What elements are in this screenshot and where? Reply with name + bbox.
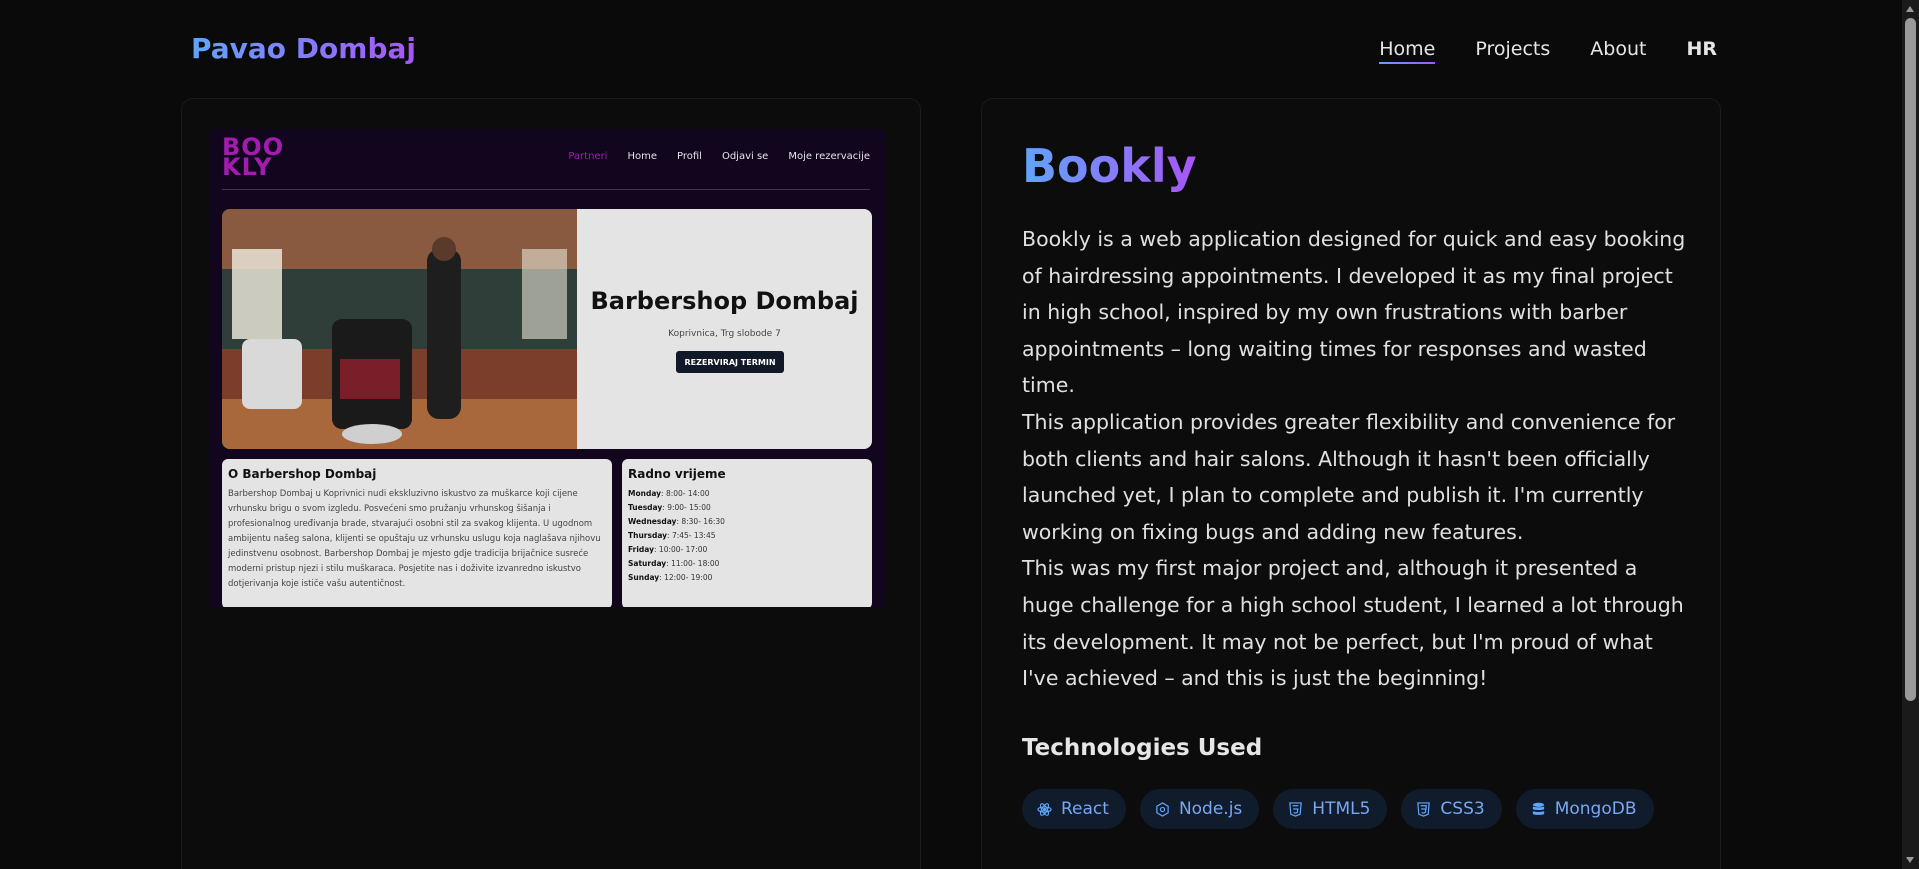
preview-nav-item: Partneri — [568, 151, 608, 162]
nav-about[interactable]: About — [1590, 38, 1646, 60]
css3-icon — [1416, 801, 1431, 817]
barbershop-photo — [222, 209, 577, 449]
hours-row: Saturday: 11:00- 18:00 — [628, 559, 720, 568]
hours-row: Friday: 10:00- 17:00 — [628, 545, 708, 554]
scroll-down-arrow-icon[interactable] — [1906, 857, 1914, 863]
project-image-card: BOO KLY Partneri Home Profil Odjavi se Mo… — [181, 98, 921, 869]
html5-icon — [1288, 801, 1303, 817]
page: Pavao Dombaj Home Projects About HR BOO K… — [0, 0, 1919, 869]
preview-nav-item: Profil — [677, 151, 702, 162]
main-nav: Home Projects About HR — [1379, 38, 1717, 64]
technologies-heading: Technologies Used — [1022, 735, 1263, 761]
tech-tag-react: React — [1022, 789, 1126, 829]
page-scrollbar[interactable] — [1902, 0, 1919, 869]
tech-tag-css3: CSS3 — [1401, 789, 1502, 829]
description-paragraph: This application provides greater flexib… — [1022, 409, 1676, 544]
preview-hero-subtitle: Koprivnica, Trg slobode 7 — [668, 329, 781, 339]
preview-nav-item: Home — [627, 151, 657, 162]
hours-row: Tuesday: 9:00- 15:00 — [628, 503, 711, 512]
tech-tag-mongodb: MongoDB — [1515, 789, 1654, 829]
project-details-card: Bookly Bookly is a web application desig… — [981, 98, 1721, 869]
preview-logo: BOO KLY — [222, 133, 285, 181]
hours-row: Sunday: 12:00- 19:00 — [628, 573, 713, 582]
preview-hours-box: Radno vrijeme Monday: 8:00- 14:00 Tuesda… — [622, 459, 872, 607]
scrollbar-thumb[interactable] — [1905, 18, 1916, 701]
nav-home[interactable]: Home — [1379, 38, 1436, 64]
project-screenshot: BOO KLY Partneri Home Profil Odjavi se Mo… — [210, 129, 886, 607]
hours-row: Wednesday: 8:30- 16:30 — [628, 517, 725, 526]
preview-about-text: Barbershop Dombaj u Koprivnici nudi eksk… — [228, 489, 601, 589]
technology-tags: React Node.js HTML5 CSS3 MongoDB — [1022, 789, 1654, 829]
nodejs-icon — [1155, 801, 1170, 817]
preview-divider — [222, 189, 870, 190]
hours-row: Monday: 8:00- 14:00 — [628, 489, 710, 498]
site-logo[interactable]: Pavao Dombaj — [191, 32, 416, 65]
scroll-up-arrow-icon[interactable] — [1906, 6, 1914, 12]
preview-about-title: O Barbershop Dombaj — [228, 467, 377, 481]
preview-nav-item: Odjavi se — [721, 151, 769, 162]
preview-hero: Barbershop Dombaj Koprivnica, Trg slobod… — [222, 209, 872, 449]
project-description: Bookly is a web application designed for… — [1022, 221, 1692, 697]
preview-hours-title: Radno vrijeme — [628, 467, 726, 481]
preview-nav: Partneri Home Profil Odjavi se Moje reze… — [568, 151, 870, 162]
database-icon — [1531, 802, 1546, 817]
language-toggle[interactable]: HR — [1686, 38, 1717, 60]
preview-nav-item: Moje rezervacije — [788, 151, 870, 162]
preview-about-box: O Barbershop Dombaj Barbershop Dombaj u … — [222, 459, 612, 607]
description-paragraph: This was my first major project and, alt… — [1022, 556, 1684, 691]
nav-projects[interactable]: Projects — [1475, 38, 1550, 60]
tech-tag-html5: HTML5 — [1273, 789, 1388, 829]
description-paragraph: Bookly is a web application designed for… — [1022, 227, 1686, 398]
tech-tag-nodejs: Node.js — [1139, 789, 1260, 829]
hours-row: Thursday: 7:45- 13:45 — [628, 531, 716, 540]
preview-book-button: REZERVIRAJ TERMIN — [676, 351, 784, 373]
preview-hours-list: Monday: 8:00- 14:00 Tuesday: 9:00- 15:00… — [628, 487, 866, 585]
project-title: Bookly — [1022, 139, 1197, 193]
preview-hero-title: Barbershop Dombaj — [590, 287, 859, 315]
react-icon — [1037, 802, 1052, 817]
